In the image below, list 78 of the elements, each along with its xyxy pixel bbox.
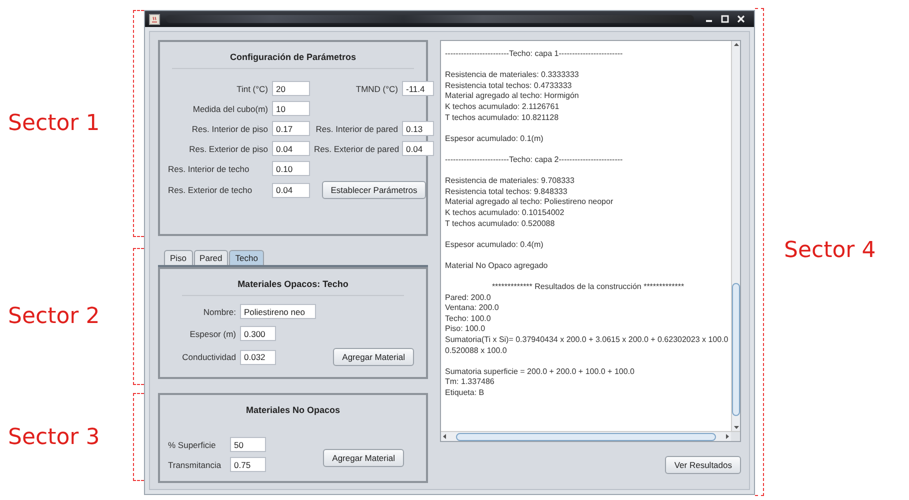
output-line: Espesor acumulado: 0.4(m) [445,240,544,250]
tab[interactable]: Techo [229,250,264,265]
field-label: TMND (°C) [354,84,398,94]
output-line: 0.520088 x 100.0 [445,346,508,356]
input-field[interactable]: 0.04 [272,141,310,156]
results-heading: ************* Resultados de la construcción ************* [490,282,686,293]
input-field[interactable]: 50 [230,437,266,452]
sector-label: Sector 1 [7,111,101,136]
input-field[interactable]: 0.10 [272,161,310,176]
input-field[interactable]: 0.17 [272,121,310,136]
input-field[interactable]: 0.04 [272,182,310,198]
field-label: Res. Exterior de pared [314,144,398,154]
scrollbar-corner [731,432,740,441]
output-line: K techos acumulado: 0.10154002 [445,208,566,218]
output-line: K techos acumulado: 2.1126761 [445,102,560,113]
output-line: Piso: 100.0 [445,324,486,336]
up-arrow-icon[interactable] [732,41,740,48]
field-label: % Superficie [168,440,217,450]
output-line: T techos acumulado: 10.821128 [445,112,560,124]
input-field[interactable]: 0.032 [240,350,276,364]
field-label: Conductividad [181,352,236,362]
app-icon [149,14,160,24]
output-line: ------------------------Techo: capa 2------------------------ [445,154,624,166]
output-line: Etiqueta: B [445,388,486,399]
output-line: Material No Opaco agregado [445,260,549,272]
right-arrow-icon[interactable] [724,433,731,440]
tab[interactable]: Piso [164,250,193,265]
vertical-scrollbar[interactable] [731,41,740,431]
add-material-button[interactable]: Agregar Material [323,448,404,466]
output-line: Espesor acumulado: 0.1(m) [445,134,544,144]
field-label: Nombre: [202,306,236,316]
panel-title: Materiales No Opacos [244,404,342,417]
show-results-button[interactable]: Ver Resultados [665,456,741,474]
panel-title: Configuración de Parámetros [228,51,358,64]
output-line: T techos acumulado: 0.520088 [445,218,556,230]
output-line: Techo: 100.0 [445,314,492,324]
input-field[interactable]: 0.13 [402,121,434,136]
output-line: Resistencia total techos: 9.848333 [445,186,568,198]
set-parameters-button[interactable]: Establecer Parámetros [322,181,426,199]
field-label: Res. Exterior de piso [188,144,268,154]
horizontal-scrollbar[interactable] [441,431,740,441]
add-material-button[interactable]: Agregar Material [333,348,414,366]
output-line: Ventana: 200.0 [445,303,500,314]
input-field[interactable]: 20 [272,81,310,96]
output-line: Sumatoria superficie = 200.0 + 200.0 + 100.0 + 100.0 [445,366,636,378]
field-label: Res. Exterior de techo [168,185,254,195]
down-arrow-icon[interactable] [732,424,740,431]
field-label: Medida del cubo(m) [192,104,268,114]
output-line: Sumatoria(Ti x Si)= 0.37940434 x 200.0 + 3.0615 x 200.0 + 0.62302023 x 100.0 [445,335,730,346]
output-line: Material agregado al techo: Hormigón [445,91,580,102]
field-label: Res. Interior de techo [168,164,250,174]
output-line: Resistencia de materiales: 9.708333 [445,176,576,187]
field-label: Res. Interior de pared [314,124,398,134]
results-text-area[interactable] [440,40,741,442]
tab[interactable]: Pared [194,250,228,265]
sector-label: Sector 4 [783,238,877,262]
field-label: Espesor (m) [188,328,236,338]
input-field[interactable]: 0.04 [402,141,434,156]
close-icon[interactable] [736,14,746,24]
input-field[interactable]: -11.4 [402,81,434,96]
output-line: ------------------------Techo: capa 1------------------------ [445,49,624,60]
input-field[interactable]: Poliestireno neo [240,304,316,319]
maximize-icon[interactable] [720,14,730,24]
field-label: Transmitancia [168,460,222,470]
input-field[interactable]: 0.75 [230,457,266,472]
output-line: Resistencia de materiales: 0.3333333 [445,70,580,81]
input-field[interactable]: 10 [272,101,310,116]
field-label: Res. Interior de piso [190,124,268,134]
sector-label: Sector 3 [7,424,101,450]
sector-label: Sector 2 [7,304,101,329]
panel-title: Materiales Opacos: Techo [236,278,350,291]
input-field[interactable]: 0.300 [240,326,276,341]
left-arrow-icon[interactable] [441,433,448,440]
output-line: Resistencia total techos: 0.4733333 [445,80,573,92]
output-line: Pared: 200.0 [445,292,492,304]
field-label: Tint (°C) [236,84,268,94]
output-line: Tm: 1.337486 [445,377,496,388]
output-line: Material agregado al techo: Poliestireno neopor [445,197,614,208]
